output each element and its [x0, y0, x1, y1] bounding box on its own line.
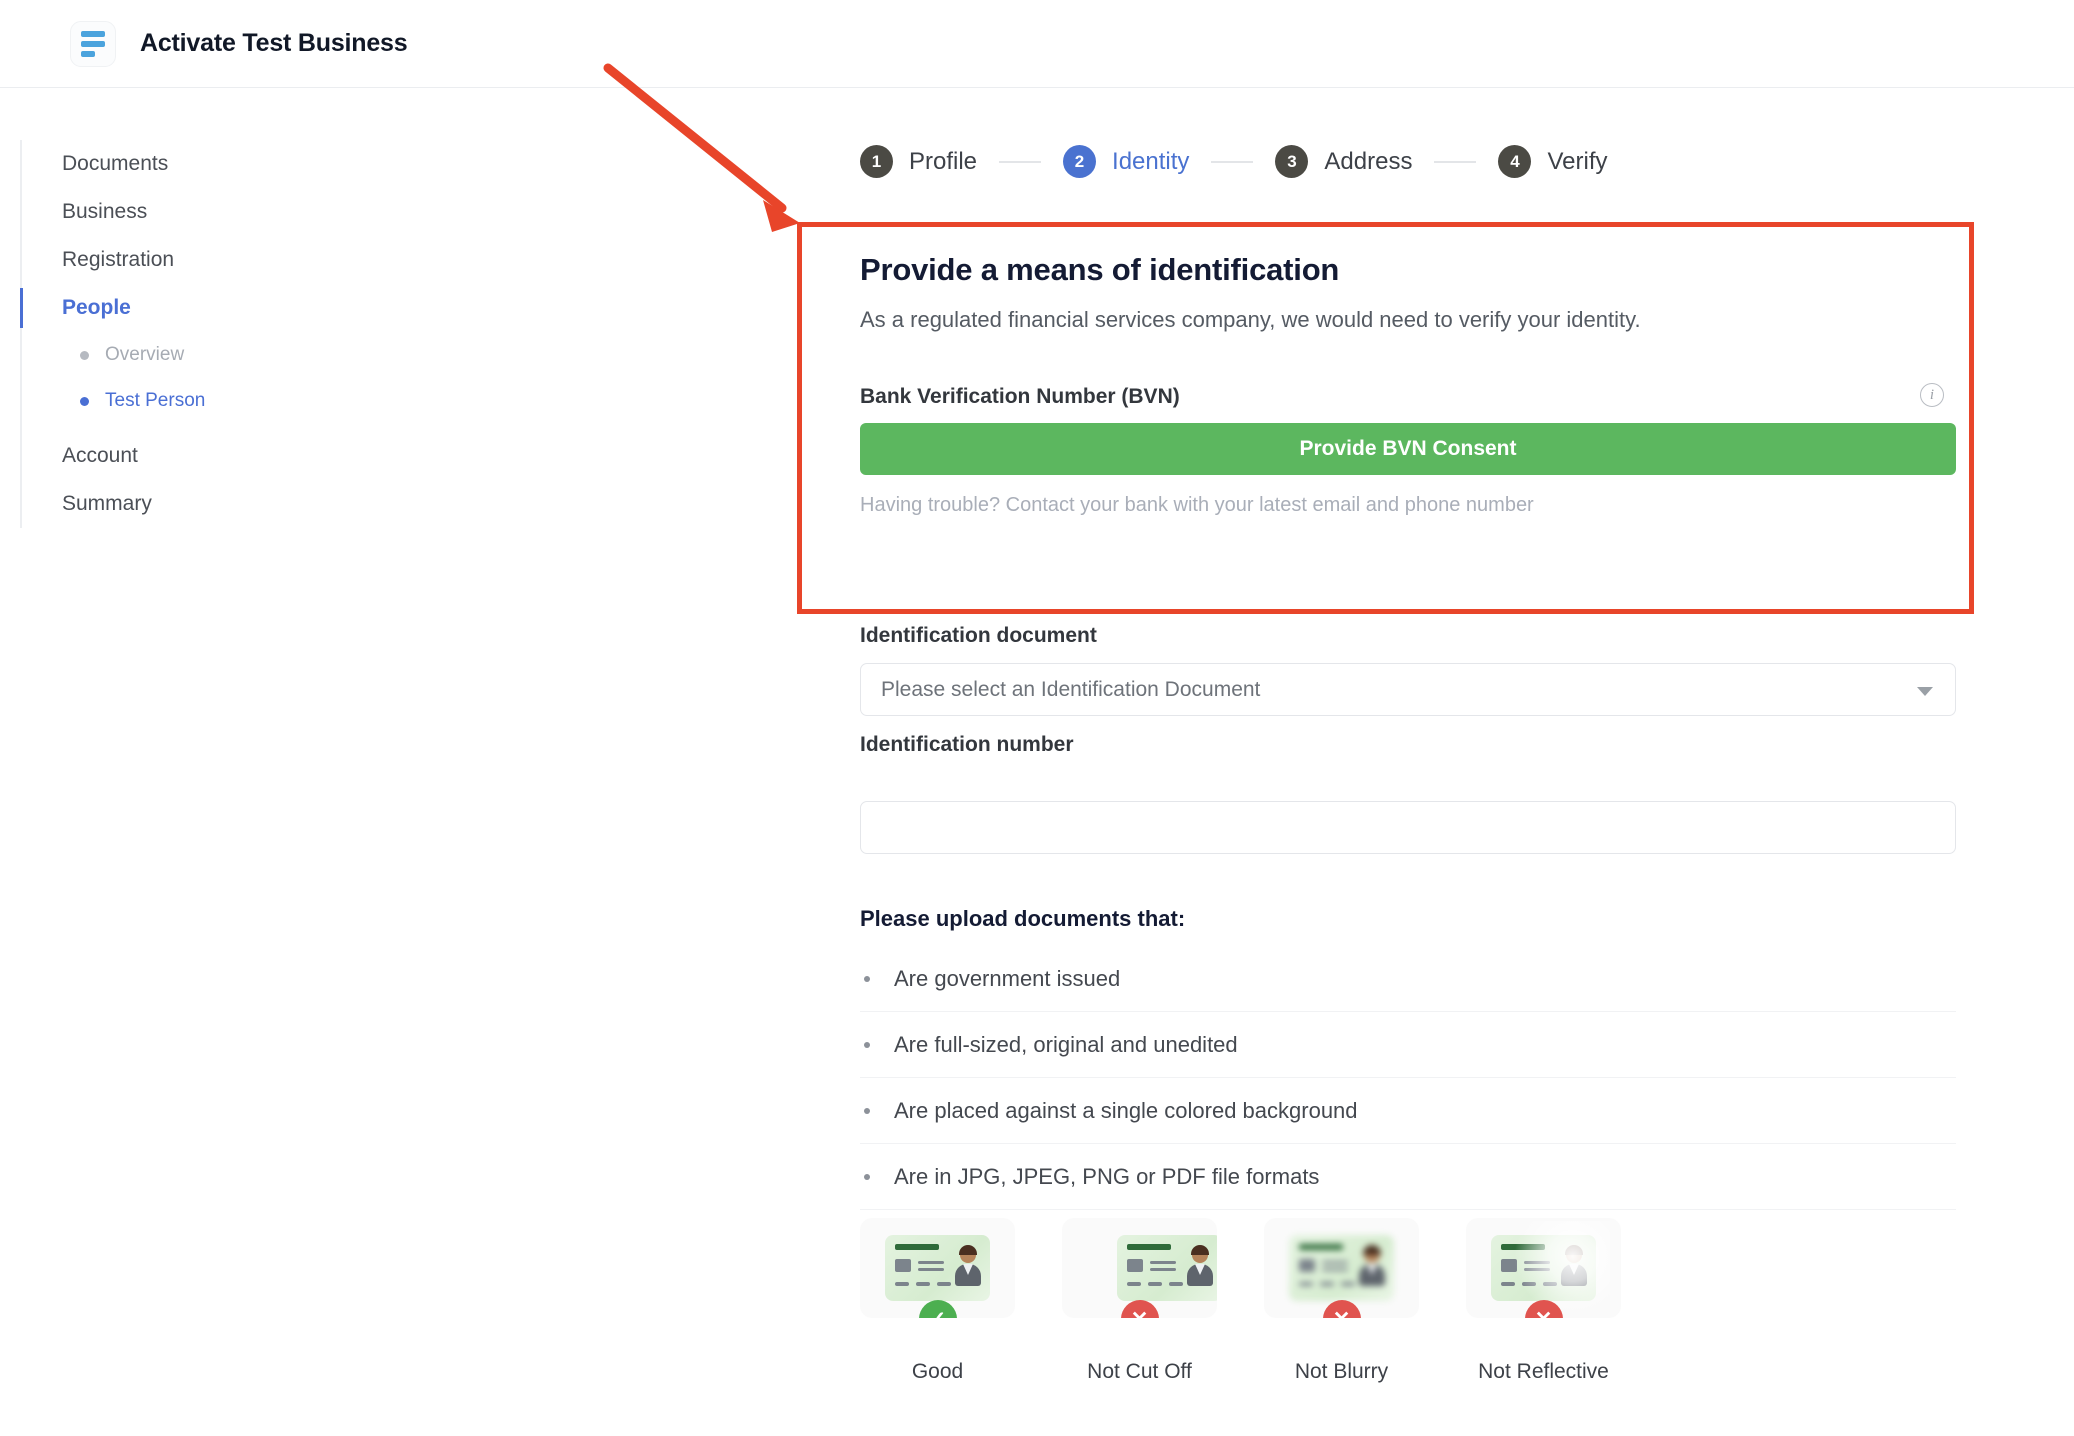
- id-card-illustration: [1289, 1235, 1394, 1301]
- example-caption: Not Blurry: [1294, 1360, 1389, 1383]
- sidebar: Documents Business Registration People O…: [20, 140, 440, 528]
- sidebar-item-registration[interactable]: Registration: [22, 236, 440, 284]
- app-header: Activate Test Business: [0, 0, 2074, 88]
- close-icon: ✕: [1524, 1300, 1563, 1318]
- sidebar-item-business[interactable]: Business: [22, 188, 440, 236]
- document-examples: ✓ Good ✕ Not Cut Off: [860, 1218, 1621, 1384]
- step-separator: [1211, 160, 1254, 163]
- sidebar-item-documents[interactable]: Documents: [22, 140, 440, 188]
- example-thumbnail: ✓: [860, 1218, 1015, 1318]
- sidebar-item-summary[interactable]: Summary: [22, 480, 440, 528]
- close-icon: ✕: [1322, 1300, 1361, 1318]
- bullet-dot-icon: [80, 350, 89, 360]
- example-not-cut-off: ✕ Not Cut Off: [1062, 1218, 1217, 1384]
- step-number: 3: [1275, 145, 1309, 178]
- info-circle-icon[interactable]: i: [1920, 383, 1944, 407]
- step-label: Address: [1324, 147, 1413, 175]
- close-icon: ✕: [1120, 1300, 1159, 1318]
- step-label: Profile: [909, 147, 978, 175]
- identification-document-select[interactable]: Please select an Identification Document: [860, 663, 1956, 716]
- bullet-icon: [864, 1041, 870, 1048]
- step-separator: [999, 160, 1042, 163]
- identity-section-title: Provide a means of identification: [860, 252, 1340, 287]
- step-identity[interactable]: 2 Identity: [1063, 145, 1189, 178]
- step-profile[interactable]: 1 Profile: [860, 145, 977, 178]
- list-item: Are government issued: [860, 946, 1956, 1012]
- bullet-dot-icon: [80, 396, 89, 406]
- list-item: Are in JPG, JPEG, PNG or PDF file format…: [860, 1144, 1956, 1210]
- example-not-reflective: ✕ Not Reflective: [1466, 1218, 1621, 1384]
- document-lines-icon: [70, 20, 116, 67]
- sidebar-item-label: Summary: [62, 492, 152, 515]
- identification-number-input[interactable]: [860, 801, 1956, 854]
- example-caption: Not Reflective: [1478, 1360, 1609, 1383]
- upload-guidelines-list: Are government issued Are full-sized, or…: [860, 946, 1956, 1210]
- identification-number-label: Identification number: [860, 733, 1074, 756]
- list-item-label: Are full-sized, original and unedited: [894, 1031, 1238, 1057]
- step-number: 4: [1498, 145, 1532, 178]
- sidebar-subitem-overview[interactable]: Overview: [22, 332, 440, 378]
- list-item-label: Are placed against a single colored back…: [894, 1097, 1358, 1123]
- progress-stepper: 1 Profile 2 Identity 3 Address 4 Verify: [860, 145, 1608, 178]
- example-caption: Not Cut Off: [1087, 1360, 1192, 1383]
- check-icon: ✓: [918, 1300, 957, 1318]
- sidebar-subitem-label: Overview: [105, 344, 185, 365]
- sidebar-subitem-label: Test Person: [105, 390, 206, 411]
- upload-guidelines-title: Please upload documents that:: [860, 906, 1186, 931]
- step-label: Verify: [1547, 147, 1608, 175]
- provide-bvn-consent-button[interactable]: Provide BVN Consent: [860, 423, 1956, 475]
- step-label: Identity: [1112, 147, 1190, 175]
- step-address[interactable]: 3 Address: [1275, 145, 1412, 178]
- identification-document-label: Identification document: [860, 624, 1097, 647]
- sidebar-subitem-test-person[interactable]: Test Person: [22, 378, 440, 424]
- bvn-help-text: Having trouble? Contact your bank with y…: [860, 494, 1534, 516]
- example-good: ✓ Good: [860, 1218, 1015, 1384]
- identity-section-subtitle: As a regulated financial services compan…: [860, 307, 1641, 332]
- page-title: Activate Test Business: [140, 29, 408, 57]
- sidebar-item-label: Account: [62, 444, 138, 467]
- step-number: 1: [860, 145, 893, 178]
- example-thumbnail: ✕: [1264, 1218, 1419, 1318]
- sidebar-item-label: Business: [62, 200, 148, 223]
- example-thumbnail: ✕: [1466, 1218, 1621, 1318]
- sidebar-item-people[interactable]: People: [20, 284, 440, 332]
- bullet-icon: [864, 975, 870, 982]
- list-item-label: Are in JPG, JPEG, PNG or PDF file format…: [894, 1163, 1320, 1189]
- app-root: Activate Test Business Documents Busines…: [0, 0, 2074, 1436]
- sidebar-item-label: Registration: [62, 248, 175, 271]
- step-verify[interactable]: 4 Verify: [1498, 145, 1608, 178]
- example-caption: Good: [911, 1360, 964, 1383]
- id-card-illustration: [1477, 1221, 1610, 1315]
- step-number: 2: [1063, 145, 1097, 178]
- step-separator: [1434, 160, 1477, 163]
- list-item: Are placed against a single colored back…: [860, 1078, 1956, 1144]
- sidebar-item-label: People: [62, 296, 131, 319]
- id-card-illustration: [1117, 1235, 1217, 1301]
- identification-document-value: Please select an Identification Document: [881, 677, 1261, 701]
- bvn-field-label: Bank Verification Number (BVN): [860, 385, 1180, 408]
- sidebar-item-account[interactable]: Account: [22, 432, 440, 480]
- list-item: Are full-sized, original and unedited: [860, 1012, 1956, 1078]
- example-thumbnail: ✕: [1062, 1218, 1217, 1318]
- bullet-icon: [864, 1107, 870, 1114]
- list-item-label: Are government issued: [894, 965, 1121, 991]
- bullet-icon: [864, 1173, 870, 1180]
- chevron-down-icon: [1917, 687, 1933, 696]
- sidebar-item-label: Documents: [62, 152, 169, 175]
- example-not-blurry: ✕ Not Blurry: [1264, 1218, 1419, 1384]
- id-card-illustration: [885, 1235, 990, 1301]
